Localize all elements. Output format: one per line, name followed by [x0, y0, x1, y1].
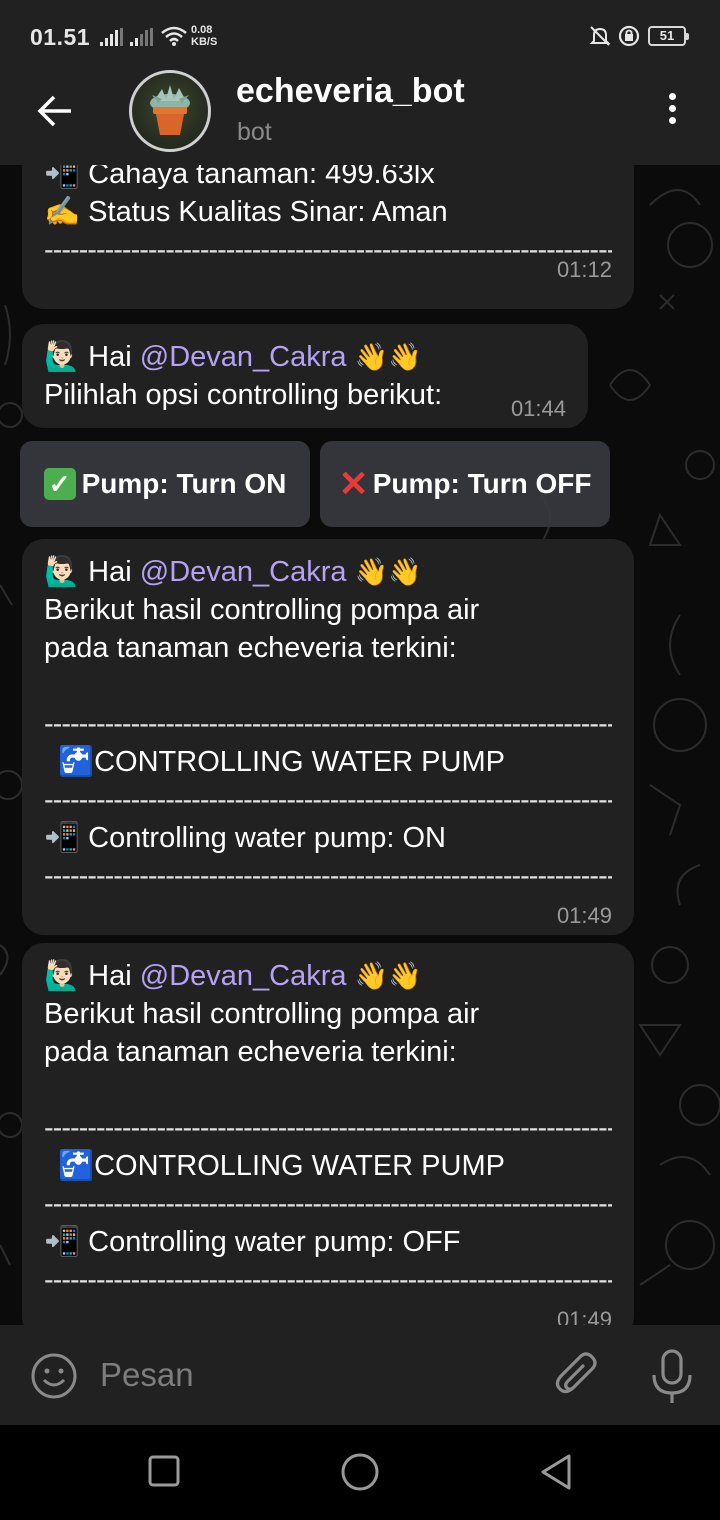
pump-off-label: Pump: Turn OFF [372, 468, 592, 499]
pump-status: 📲 Controlling water pump: ON [44, 822, 446, 854]
message-time: 01:49 [556, 903, 612, 928]
chat-area[interactable]: 📲 Cahaya tanaman: 499.63lx ✍️ Status Kua… [0, 165, 720, 1325]
message-bubble[interactable]: 🙋🏻‍♂️ Hai @Devan_Cakra 👋👋 Berikut hasil … [22, 539, 634, 935]
emoji-smile-icon[interactable] [30, 1352, 78, 1400]
greeting-text: 🙋🏻‍♂️ Hai [44, 341, 132, 373]
battery-indicator: 51 [648, 26, 689, 46]
divider-line: ----------------------------------------… [44, 860, 612, 892]
message-line: 📲 Cahaya tanaman: 499.63lx [44, 165, 435, 190]
network-speed-value: 0.08 [191, 24, 213, 36]
user-mention[interactable]: @Devan_Cakra [140, 556, 347, 588]
divider-line: ----------------------------------------… [44, 784, 612, 816]
recent-apps-icon[interactable] [145, 1452, 185, 1492]
system-navigation-bar [0, 1425, 720, 1520]
wifi-icon [161, 26, 187, 46]
divider-line: ----------------------------------------… [44, 1112, 612, 1144]
greeting-line: 🙋🏻‍♂️ Hai @Devan_Cakra 👋👋 [44, 553, 612, 591]
message-input-bar [0, 1325, 720, 1425]
user-mention[interactable]: @Devan_Cakra [140, 341, 347, 373]
pump-status: 📲 Controlling water pump: OFF [44, 1226, 461, 1258]
message-input[interactable] [100, 1355, 520, 1395]
section-heading: 🚰CONTROLLING WATER PUMP [58, 746, 505, 778]
greeting-line: 🙋🏻‍♂️ Hai @Devan_Cakra 👋👋 [44, 338, 566, 376]
network-speed: 0.08 KB/S [191, 24, 217, 48]
divider-line: ----------------------------------------… [44, 1264, 612, 1296]
divider-line: ----------------------------------------… [44, 234, 612, 266]
message-text: Berikut hasil controlling pompa air [44, 594, 480, 626]
message-time: 01:12 [556, 257, 612, 282]
chat-title[interactable]: echeveria_bot [236, 72, 465, 111]
pump-turn-on-button[interactable]: ✓ Pump: Turn ON [20, 441, 310, 527]
back-triangle-icon[interactable] [537, 1452, 577, 1492]
pump-on-label: Pump: Turn ON [81, 468, 287, 499]
cross-mark-icon: ✕ [338, 463, 369, 504]
back-arrow-icon[interactable] [30, 86, 80, 136]
signal-2-icon [130, 28, 153, 46]
signal-icon [100, 28, 123, 46]
potted-succulent-icon [150, 85, 190, 135]
divider-line: ----------------------------------------… [44, 708, 612, 740]
message-bubble[interactable]: 🙋🏻‍♂️ Hai @Devan_Cakra 👋👋 Pilihlah opsi … [22, 324, 588, 428]
section-heading: 🚰CONTROLLING WATER PUMP [58, 1150, 505, 1182]
status-bar: 01.51 0.08 KB/S 51 [0, 0, 720, 68]
chat-header: echeveria_bot bot [0, 68, 720, 165]
more-options-icon[interactable] [658, 90, 686, 130]
data-saver-icon [618, 25, 640, 47]
message-text: Pilihlah opsi controlling berikut: [44, 379, 443, 411]
message-text: pada tanaman echeveria terkini: [44, 1036, 457, 1068]
message-text: Berikut hasil controlling pompa air [44, 998, 480, 1030]
status-time: 01.51 [30, 24, 91, 50]
check-mark-icon: ✓ [43, 468, 76, 500]
chat-subtitle: bot [237, 118, 272, 146]
pump-turn-off-button[interactable]: ✕ Pump: Turn OFF [320, 441, 610, 527]
message-time: 01:44 [510, 396, 566, 421]
greeting-text: 🙋🏻‍♂️ Hai [44, 556, 132, 588]
message-text: pada tanaman echeveria terkini: [44, 632, 457, 664]
paperclip-icon[interactable] [552, 1349, 602, 1401]
mute-bell-icon [589, 26, 611, 46]
greeting-text: 🙋🏻‍♂️ Hai [44, 960, 132, 992]
message-bubble[interactable]: 📲 Cahaya tanaman: 499.63lx ✍️ Status Kua… [22, 165, 634, 309]
bot-avatar[interactable] [129, 70, 211, 152]
greeting-line: 🙋🏻‍♂️ Hai @Devan_Cakra 👋👋 [44, 957, 612, 995]
wave-emoji: 👋👋 [354, 961, 422, 991]
message-time: 01:49 [556, 1307, 612, 1325]
divider-line: ----------------------------------------… [44, 1188, 612, 1220]
network-speed-unit: KB/S [191, 36, 218, 48]
message-line: ✍️ Status Kualitas Sinar: Aman [44, 196, 448, 228]
wave-emoji: 👋👋 [354, 557, 422, 587]
message-bubble[interactable]: 🙋🏻‍♂️ Hai @Devan_Cakra 👋👋 Berikut hasil … [22, 943, 634, 1325]
home-icon[interactable] [340, 1452, 380, 1492]
wave-emoji: 👋👋 [354, 342, 422, 372]
microphone-icon[interactable] [650, 1349, 694, 1405]
user-mention[interactable]: @Devan_Cakra [140, 960, 347, 992]
